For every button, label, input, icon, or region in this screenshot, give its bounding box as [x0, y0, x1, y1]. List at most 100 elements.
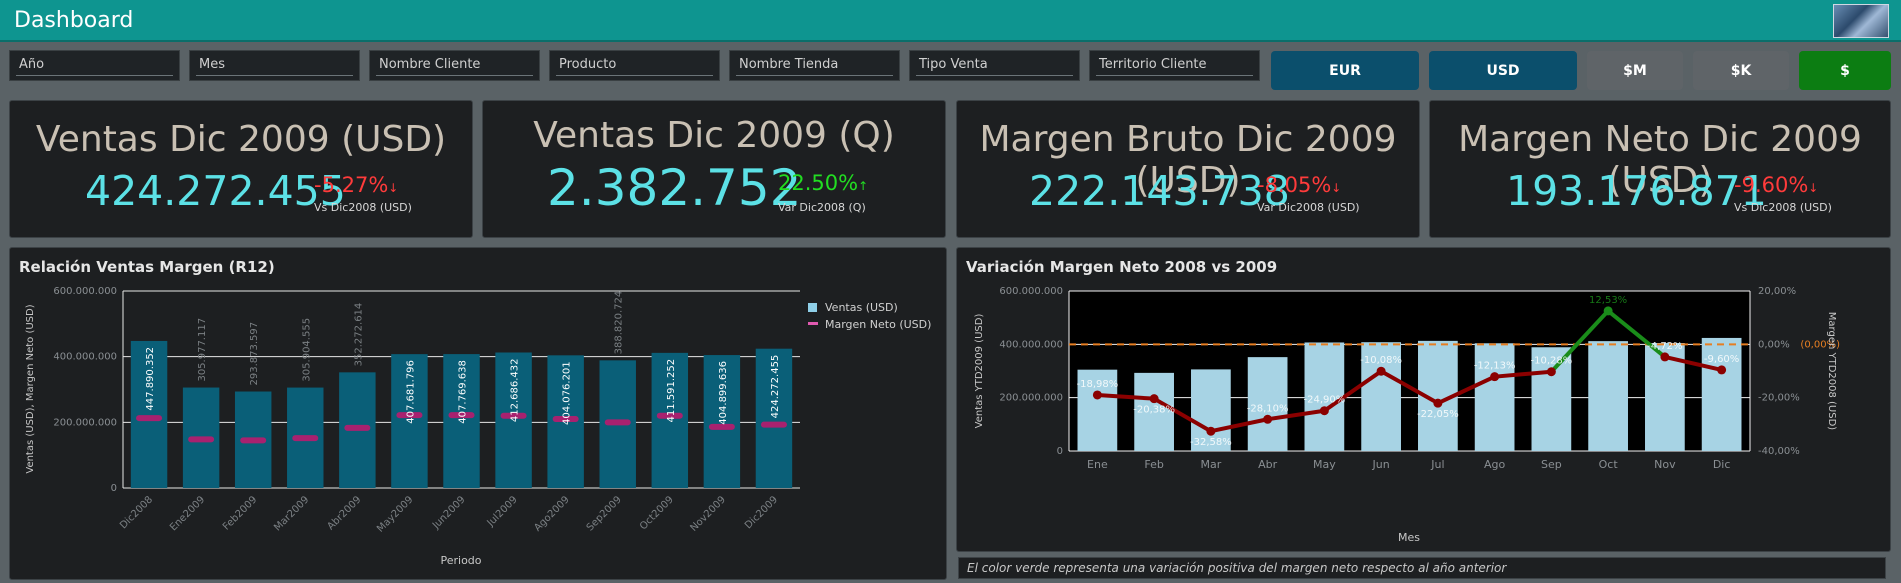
data-label: -18,98% — [1077, 379, 1119, 390]
x-tick-label: Jun — [1372, 458, 1390, 471]
y-tick-label: 600.000.000 — [999, 286, 1063, 297]
margin-marker — [188, 436, 215, 443]
kpi-value: 193.176.871 — [1506, 167, 1767, 215]
millions-button[interactable]: $M — [1587, 51, 1683, 90]
x-tick-label: Sep2009 — [585, 494, 624, 533]
data-label: 404.076.201 — [562, 361, 573, 425]
data-label: 424.272.455 — [770, 355, 781, 419]
y-tick-label: 600.000.000 — [53, 286, 117, 297]
data-label: -28,10% — [1247, 403, 1289, 414]
arrow-down-icon: ↓ — [388, 181, 399, 195]
arrow-up-icon: ↑ — [858, 179, 869, 193]
kpi-subtitle: Var Dic2008 (USD) — [1257, 201, 1360, 214]
thousands-button[interactable]: $K — [1693, 51, 1789, 90]
user-avatar[interactable] — [1833, 4, 1889, 38]
data-label: 12,53% — [1589, 295, 1627, 306]
filter-year[interactable]: Año — [9, 50, 180, 81]
kpi-subtitle: Var Dic2008 (Q) — [778, 201, 866, 214]
y-tick-label: 200.000.000 — [999, 393, 1063, 404]
line-point — [1546, 367, 1556, 377]
data-label: -32,58% — [1190, 437, 1232, 448]
margin-marker — [136, 415, 163, 422]
data-label: 411.591.252 — [666, 359, 677, 423]
line-point — [1660, 352, 1670, 362]
data-label: 293.873.597 — [249, 322, 260, 386]
x-tick-label: Ago2009 — [532, 494, 571, 533]
kpi-value: 2.382.752 — [547, 159, 802, 217]
data-label: -10,28% — [1531, 356, 1573, 367]
eur-button[interactable]: EUR — [1271, 51, 1419, 90]
line-point — [1433, 398, 1443, 408]
data-label: 407.769.638 — [458, 360, 469, 424]
margin-marker — [604, 419, 631, 426]
kpi-card-sales-qty: Ventas Dic 2009 (Q) 2.382.752 22.50%↑ Va… — [482, 100, 946, 238]
x-tick-label: May — [1313, 458, 1336, 471]
line-point — [1206, 426, 1216, 436]
data-label: -24,90% — [1304, 395, 1346, 406]
x-tick-label: Abr2009 — [325, 494, 363, 532]
x-tick-label: Abr — [1258, 458, 1278, 471]
line-point — [1319, 406, 1329, 416]
chart-footnote: El color verde representa una variación … — [958, 557, 1886, 579]
kpi-value: 222.143.738 — [1029, 167, 1290, 215]
arrow-down-icon: ↓ — [1808, 181, 1819, 195]
margin-marker — [240, 437, 267, 444]
filter-month[interactable]: Mes — [189, 50, 360, 81]
x-axis-title: Periodo — [440, 554, 481, 567]
kpi-value: 424.272.455 — [85, 167, 346, 215]
x-tick-label: Nov — [1654, 458, 1676, 471]
data-label: 352.272.614 — [353, 303, 364, 367]
chart-panel-net-margin-variation: Variación Margen Neto 2008 vs 2009 0 200.… — [956, 247, 1891, 552]
x-tick-label: Dic2008 — [118, 494, 155, 531]
x-tick-label: Sep — [1541, 458, 1562, 471]
x-tick-label: Mar2009 — [272, 494, 311, 533]
y2-axis-title: Margen YTD2008 (USD) — [1826, 312, 1837, 431]
y-tick-label: 400.000.000 — [53, 352, 117, 363]
line-point — [1490, 372, 1500, 382]
legend-label: Margen Neto (USD) — [825, 318, 931, 331]
data-label: -4,72% — [1647, 341, 1682, 352]
filter-label: Año — [19, 57, 45, 72]
kpi-subtitle: Vs Dic2008 (USD) — [1734, 201, 1832, 214]
kpi-subtitle: Vs Dic2008 (USD) — [314, 201, 412, 214]
filter-label: Territorio Cliente — [1099, 57, 1207, 72]
y-tick-label: 200.000.000 — [53, 417, 117, 428]
x-tick-label: Oct — [1599, 458, 1619, 471]
y-tick-label: 0 — [111, 483, 117, 494]
y-tick-label: 400.000.000 — [999, 339, 1063, 350]
kpi-title: Ventas Dic 2009 (USD) — [35, 119, 447, 160]
x-tick-label: Feb — [1144, 458, 1163, 471]
margin-marker — [292, 435, 319, 442]
x-tick-label: May2009 — [375, 494, 415, 534]
data-label: 412.686.432 — [510, 359, 521, 423]
kpi-delta: -5.27%↓ — [314, 173, 399, 197]
filter-sale-type[interactable]: Tipo Venta — [909, 50, 1080, 81]
data-label: 404.899.636 — [718, 361, 729, 425]
x-tick-label: Jul2009 — [485, 494, 520, 529]
filter-territory[interactable]: Territorio Cliente — [1089, 50, 1260, 81]
usd-button[interactable]: USD — [1429, 51, 1577, 90]
data-label: 388.820.724 — [614, 291, 625, 355]
filter-customer[interactable]: Nombre Cliente — [369, 50, 540, 81]
x-tick-label: Ene — [1087, 458, 1108, 471]
filter-product[interactable]: Producto — [549, 50, 720, 81]
data-label: 407.681.796 — [405, 360, 416, 424]
page-title: Dashboard — [14, 8, 134, 33]
kpi-card-sales-usd: Ventas Dic 2009 (USD) 424.272.455 -5.27%… — [9, 100, 473, 238]
legend-swatch — [808, 303, 817, 312]
margin-marker — [760, 421, 787, 428]
x-tick-label: Ago — [1484, 458, 1506, 471]
line-point — [1603, 306, 1613, 316]
filter-store[interactable]: Nombre Tienda — [729, 50, 900, 81]
kpi-delta: -8.05%↓ — [1257, 173, 1342, 197]
filter-label: Tipo Venta — [919, 57, 988, 72]
x-tick-label: Dic2009 — [743, 494, 780, 531]
data-label: -10,08% — [1360, 355, 1402, 366]
bar — [1588, 341, 1628, 451]
units-button[interactable]: $ — [1799, 51, 1891, 90]
kpi-delta: 22.50%↑ — [778, 171, 869, 195]
x-tick-label: Dic — [1713, 458, 1731, 471]
y2-tick-label: -40,00% — [1758, 446, 1800, 457]
filter-label: Mes — [199, 57, 225, 72]
filter-label: Nombre Tienda — [739, 57, 839, 72]
